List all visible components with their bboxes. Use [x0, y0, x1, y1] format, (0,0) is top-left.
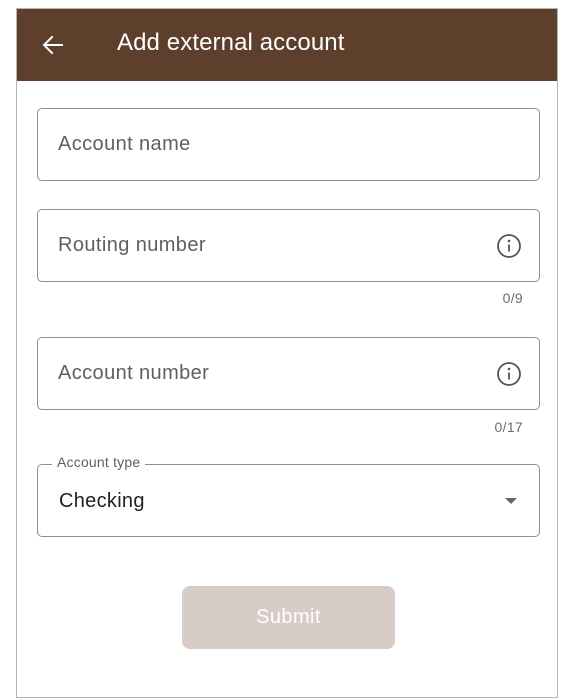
info-icon[interactable]	[495, 360, 523, 388]
routing-number-field[interactable]	[37, 209, 540, 282]
dropdown-arrow-icon[interactable]	[505, 498, 517, 504]
info-icon[interactable]	[495, 232, 523, 260]
account-type-label: Account type	[52, 454, 146, 470]
routing-number-input[interactable]	[58, 210, 479, 281]
account-number-field[interactable]	[37, 337, 540, 410]
arrow-left-icon	[42, 35, 63, 55]
account-number-counter: 0/17	[494, 419, 523, 435]
submit-button[interactable]: Submit	[182, 586, 395, 649]
routing-number-counter: 0/9	[502, 290, 523, 306]
account-type-value: Checking	[59, 490, 145, 512]
account-name-field[interactable]	[37, 108, 540, 181]
account-type-select[interactable]: Account type Checking	[37, 454, 540, 537]
account-name-input[interactable]	[58, 109, 479, 180]
app-frame: Add external account 0/9 0/17 Account ty…	[16, 8, 558, 698]
app-bar: Add external account	[17, 9, 557, 81]
page-title: Add external account	[117, 29, 345, 56]
account-number-input[interactable]	[58, 338, 479, 409]
back-button[interactable]	[37, 31, 69, 59]
